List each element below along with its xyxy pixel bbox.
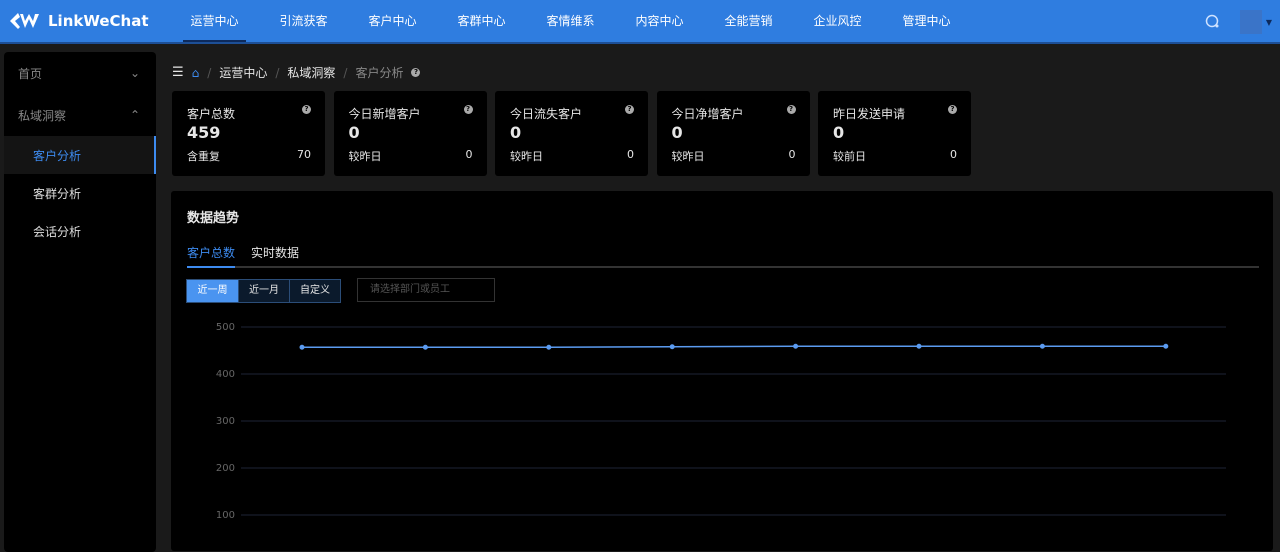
home-icon[interactable]: ⌂ (192, 66, 200, 80)
nav-item[interactable]: 引流获客 (259, 0, 348, 42)
help-icon[interactable]: ? (463, 105, 473, 114)
card-title: 今日流失客户 (510, 107, 583, 121)
card-foot-label: 较昨日 (671, 150, 705, 163)
stat-card: 今日新增客户? 0 较昨日 0 (333, 91, 487, 176)
data-point[interactable] (422, 344, 428, 350)
nav-item[interactable]: 客户中心 (348, 0, 437, 42)
nav-item[interactable]: 客情维系 (526, 0, 615, 42)
card-foot-label: 较前日 (833, 150, 866, 163)
staff-select[interactable]: 请选择部门或员工 (357, 278, 495, 302)
card-foot-value: 0 (465, 148, 473, 161)
range-custom-button[interactable]: 自定义 (289, 280, 340, 302)
sidebar-label: 私域洞察 (18, 108, 67, 123)
sidebar: 首页 ⌄ 私域洞察 ⌃ 客户分析 客群分析 会话分析 (4, 52, 156, 552)
card-value: 0 (510, 123, 522, 142)
help-icon[interactable]: ? (625, 105, 634, 114)
card-foot-label: 含重复 (187, 150, 220, 163)
y-tick-label: 200 (216, 463, 235, 474)
sidebar-sub-group-analysis[interactable]: 客群分析 (4, 174, 156, 212)
tab-realtime[interactable]: 实时数据 (251, 244, 299, 266)
data-point[interactable] (793, 343, 799, 349)
tabs: 客户总数 实时数据 (187, 244, 1259, 268)
y-tick-label: 500 (216, 322, 235, 333)
stat-card: 客户总数? 459 含重复 70 (172, 91, 325, 176)
card-value: 459 (187, 123, 221, 142)
sidebar-item-insight[interactable]: 私域洞察 ⌃ (4, 94, 156, 136)
top-bar: LinkWeChat 运营中心 引流获客 客户中心 客群中心 客情维系 内容中心… (0, 0, 1280, 44)
chat-icon[interactable] (1204, 13, 1222, 31)
range-month-button[interactable]: 近一月 (238, 280, 289, 302)
card-foot-label: 较昨日 (510, 150, 543, 163)
avatar[interactable] (1239, 10, 1262, 34)
logo-icon (10, 13, 39, 29)
sidebar-sub-customer-analysis[interactable]: 客户分析 (4, 136, 156, 174)
card-title: 今日净增客户 (671, 107, 744, 121)
card-foot-value: 0 (950, 148, 957, 161)
nav-item[interactable]: 内容中心 (615, 0, 704, 42)
card-foot-value: 0 (788, 148, 796, 161)
help-icon[interactable]: ? (948, 105, 957, 114)
stat-card: 今日流失客户? 0 较昨日 0 (495, 91, 648, 176)
card-foot-value: 0 (627, 148, 634, 161)
y-tick-label: 300 (216, 416, 235, 427)
card-value: 0 (671, 123, 683, 142)
nav-item[interactable]: 全能营销 (704, 0, 793, 42)
sidebar-sub-session-analysis[interactable]: 会话分析 (4, 212, 156, 250)
sidebar-item-home[interactable]: 首页 ⌄ (4, 52, 156, 94)
series-line (302, 345, 1166, 348)
card-foot-value: 70 (297, 148, 311, 161)
card-title: 昨日发送申请 (833, 107, 906, 121)
chevron-down-icon: ⌄ (129, 66, 140, 80)
breadcrumb-current: 客户分析 (355, 66, 404, 80)
tab-total[interactable]: 客户总数 (187, 244, 236, 268)
range-group: 近一周 近一月 自定义 (186, 279, 341, 303)
card-title: 客户总数 (187, 107, 236, 121)
card-title: 今日新增客户 (348, 107, 421, 121)
y-tick-label: 100 (216, 510, 235, 521)
stat-card: 昨日发送申请? 0 较前日 0 (818, 91, 971, 176)
logo-text: LinkWeChat (48, 12, 149, 30)
main-nav: 运营中心 引流获客 客户中心 客群中心 客情维系 内容中心 全能营销 企业风控 … (170, 0, 971, 42)
data-point[interactable] (669, 344, 675, 350)
data-point[interactable] (299, 344, 305, 350)
nav-item[interactable]: 管理中心 (882, 0, 971, 42)
sidebar-label: 首页 (18, 66, 43, 81)
chevron-up-icon: ⌃ (129, 108, 140, 122)
range-week-button[interactable]: 近一周 (187, 280, 238, 302)
card-foot-label: 较昨日 (348, 150, 382, 163)
nav-item[interactable]: 客群中心 (437, 0, 526, 42)
help-icon[interactable]: ? (411, 68, 421, 77)
y-tick-label: 400 (216, 369, 235, 380)
breadcrumb-item[interactable]: 运营中心 (219, 64, 267, 81)
help-icon[interactable]: ? (302, 105, 311, 114)
breadcrumb-item[interactable]: 私域洞察 (287, 64, 335, 81)
menu-fold-icon[interactable]: ☰ (172, 65, 184, 80)
stat-card: 今日净增客户? 0 较昨日 0 (656, 91, 810, 176)
data-point[interactable] (1039, 343, 1045, 349)
card-value: 0 (348, 123, 360, 142)
trend-panel: 数据趋势 客户总数 实时数据 近一周 近一月 自定义 请选择部门或员工 100 2… (171, 191, 1273, 551)
breadcrumb: ☰ ⌂ / 运营中心 / 私域洞察 / 客户分析 ? (172, 64, 421, 81)
logo[interactable]: LinkWeChat (0, 11, 170, 31)
nav-item[interactable]: 运营中心 (170, 0, 259, 42)
data-point[interactable] (546, 344, 552, 350)
chevron-down-icon[interactable]: ▼ (1266, 18, 1272, 27)
nav-item[interactable]: 企业风控 (793, 0, 882, 42)
help-icon[interactable]: ? (786, 105, 796, 114)
data-point[interactable] (916, 343, 922, 349)
panel-title: 数据趋势 (187, 211, 240, 226)
card-value: 0 (833, 123, 845, 142)
data-point[interactable] (1163, 343, 1169, 349)
